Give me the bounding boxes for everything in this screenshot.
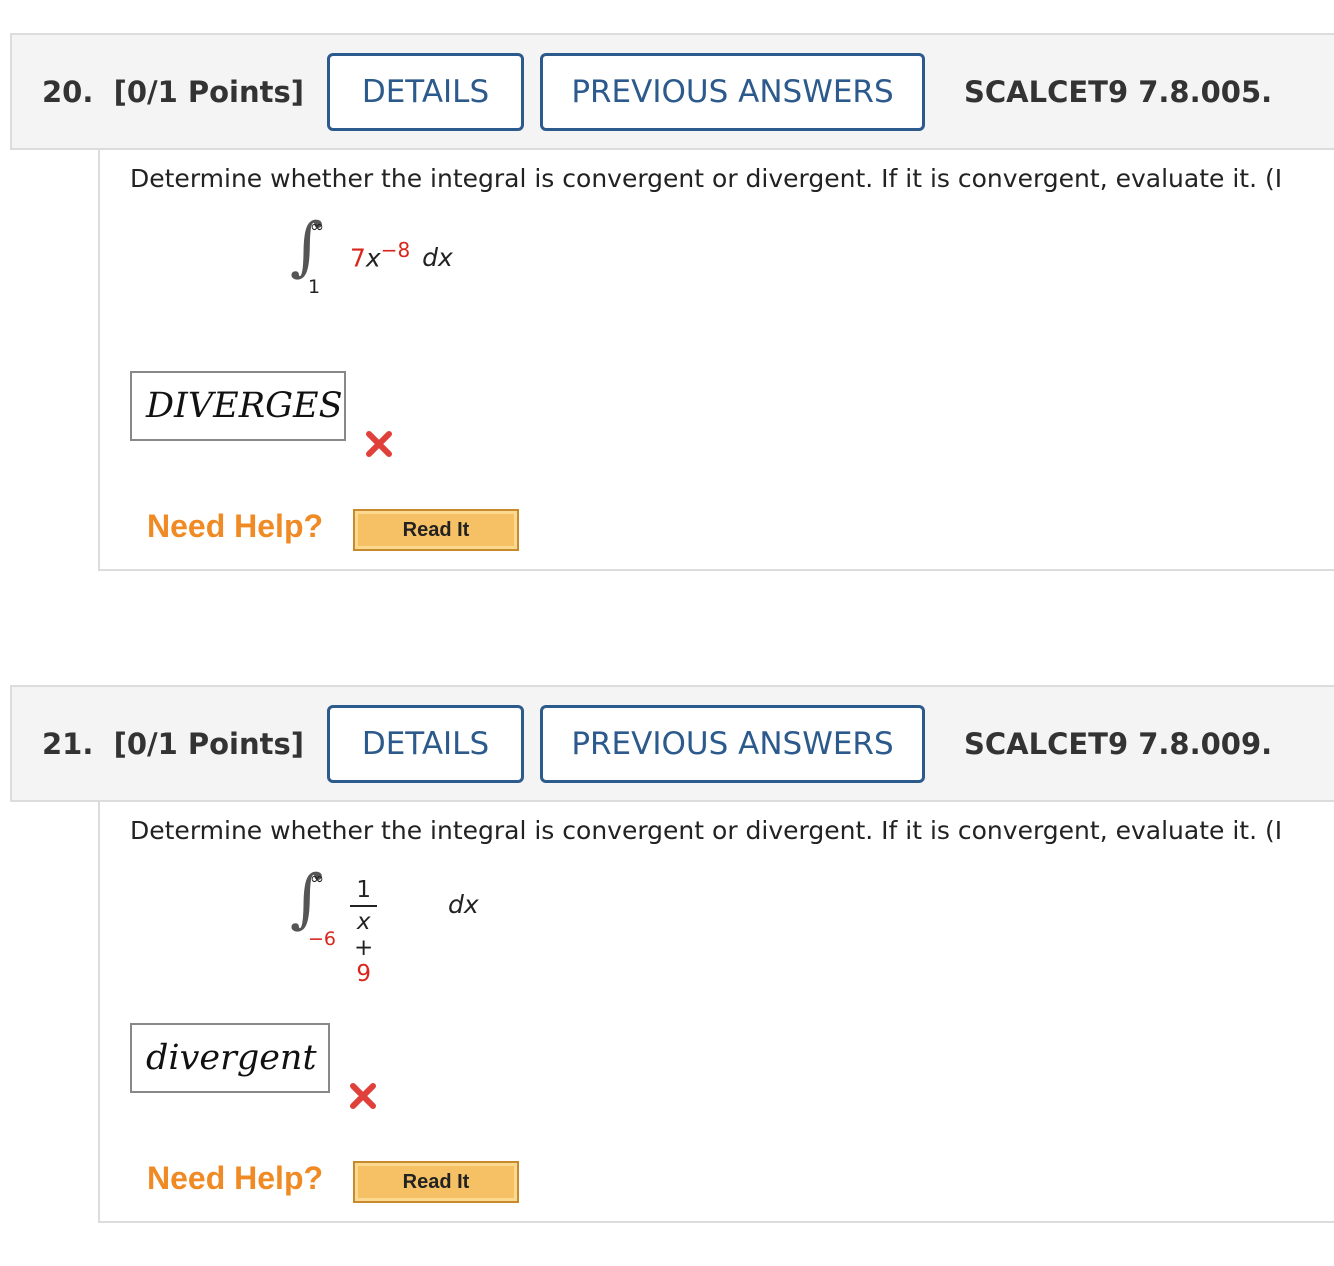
read-it-button[interactable]: Read It: [353, 509, 519, 551]
integrand: 7x−8 dx: [350, 238, 453, 272]
question-body: Determine whether the integral is conver…: [98, 802, 1334, 1223]
question-header: 20. [0/1 Points] DETAILS PREVIOUS ANSWER…: [10, 33, 1334, 150]
question-20: 20. [0/1 Points] DETAILS PREVIOUS ANSWER…: [0, 33, 1334, 573]
question-prompt: Determine whether the integral is conver…: [130, 164, 1283, 193]
numerator: 1: [356, 877, 371, 903]
denominator: x + 9: [354, 909, 374, 987]
details-button[interactable]: DETAILS: [327, 705, 524, 783]
read-it-button[interactable]: Read It: [353, 1161, 519, 1203]
upper-limit: ∞: [310, 217, 325, 237]
exponent: −8: [380, 238, 411, 262]
question-prompt: Determine whether the integral is conver…: [130, 816, 1283, 845]
question-number-points: 21. [0/1 Points]: [42, 727, 305, 761]
question-21: 21. [0/1 Points] DETAILS PREVIOUS ANSWER…: [0, 685, 1334, 1225]
question-number-points: 20. [0/1 Points]: [42, 75, 305, 109]
variable: x: [365, 243, 381, 273]
upper-limit: ∞: [310, 869, 325, 889]
fraction-bar: [350, 905, 378, 907]
question-source: SCALCET9 7.8.009.: [964, 727, 1273, 761]
coefficient: 7: [350, 243, 366, 273]
previous-answers-button[interactable]: PREVIOUS ANSWERS: [540, 53, 925, 131]
need-help-label: Need Help?: [147, 508, 324, 544]
answer-field[interactable]: DIVERGES: [130, 371, 346, 441]
differential: dx: [422, 243, 453, 273]
need-help-label: Need Help?: [147, 1160, 324, 1196]
details-button[interactable]: DETAILS: [327, 53, 524, 131]
previous-answers-button[interactable]: PREVIOUS ANSWERS: [540, 705, 925, 783]
question-source: SCALCET9 7.8.005.: [964, 75, 1273, 109]
close-x-icon: [366, 431, 392, 457]
lower-limit: 1: [308, 276, 321, 298]
fraction: 1 x + 9: [350, 877, 378, 987]
lower-limit: −6: [308, 928, 337, 950]
question-body: Determine whether the integral is conver…: [98, 150, 1334, 571]
differential: dx: [448, 890, 479, 919]
answer-field[interactable]: divergent: [130, 1023, 330, 1093]
close-x-icon: [350, 1083, 376, 1109]
question-header: 21. [0/1 Points] DETAILS PREVIOUS ANSWER…: [10, 685, 1334, 802]
